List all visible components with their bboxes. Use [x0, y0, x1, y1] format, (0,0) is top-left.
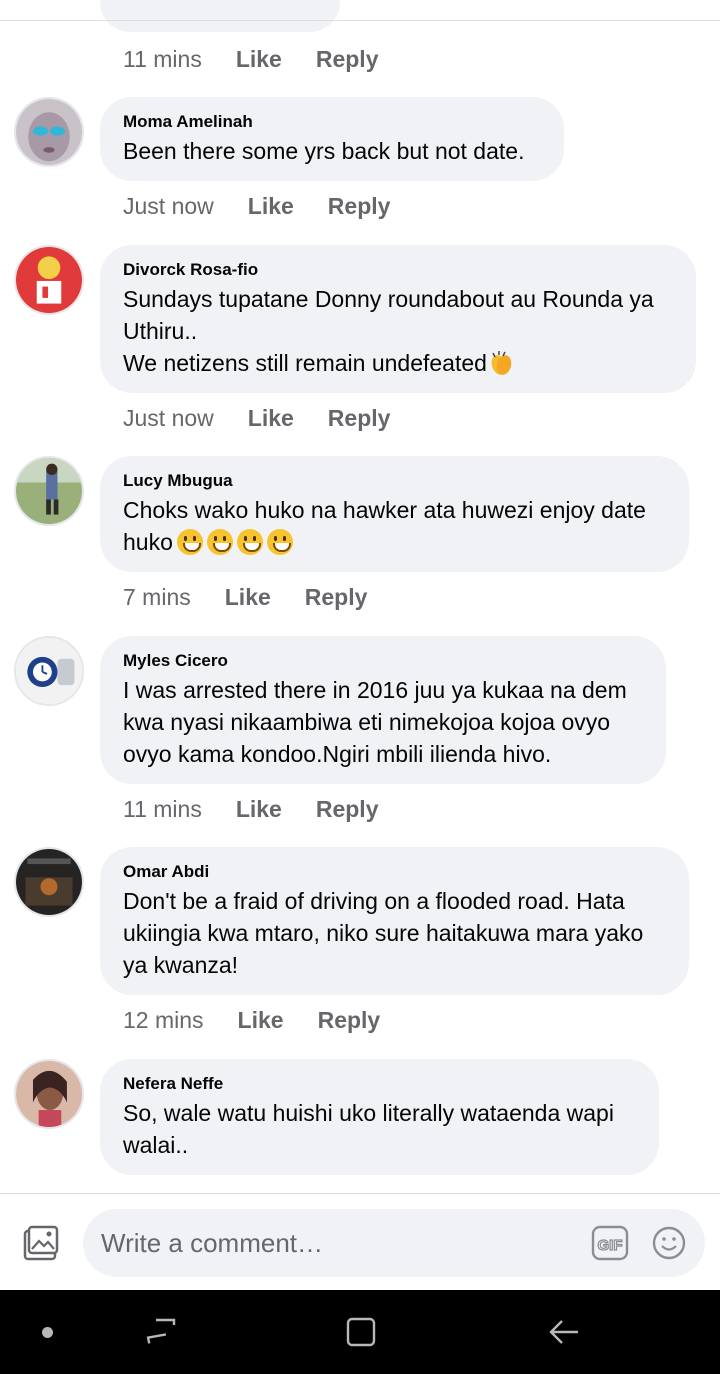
grinning-face-emoji	[236, 529, 263, 555]
comment-text: So, wale watu huishi uko literally watae…	[123, 1100, 614, 1158]
avatar-field-icon[interactable]	[14, 456, 84, 526]
system-nav-bar	[0, 1290, 720, 1374]
dot-icon	[42, 1327, 53, 1338]
comment-composer: GIF	[0, 1193, 720, 1290]
reply-button[interactable]: Reply	[328, 193, 391, 220]
comment-meta: Just now Like Reply	[123, 405, 390, 432]
grinning-face-emoji	[206, 529, 233, 555]
comment-time: 11 mins	[123, 796, 202, 822]
comment-text: Sundays tupatane Donny roundabout au Rou…	[123, 283, 674, 379]
comment-bubble: Moma Amelinah Been there some yrs back b…	[100, 97, 564, 181]
comment-text: Choks wako huko na hawker ata huwezi enj…	[123, 494, 667, 558]
like-button[interactable]: Like	[225, 584, 271, 611]
like-button[interactable]: Like	[248, 405, 294, 432]
reply-button[interactable]: Reply	[318, 1007, 381, 1034]
divider	[0, 20, 720, 21]
comment-bubble: Nefera Neffe So, wale watu huishi uko li…	[100, 1059, 659, 1175]
clapping-hands-emoji	[491, 351, 512, 375]
photo-icon[interactable]	[22, 1225, 60, 1263]
comment-input[interactable]	[101, 1223, 571, 1263]
reply-button[interactable]: Reply	[305, 584, 368, 611]
like-button[interactable]: Like	[248, 193, 294, 220]
comment-time: 7 mins	[123, 584, 191, 610]
comment-author[interactable]: Myles Cicero	[123, 650, 644, 672]
like-button[interactable]: Like	[236, 796, 282, 823]
comment-author[interactable]: Lucy Mbugua	[123, 470, 667, 492]
comment-text: I was arrested there in 2016 juu ya kuka…	[123, 677, 627, 767]
home-icon[interactable]	[345, 1316, 377, 1348]
comment-bubble: Divorck Rosa-fio Sundays tupatane Donny …	[100, 245, 696, 393]
recent-apps-icon[interactable]	[146, 1316, 176, 1346]
comment-meta: 12 mins Like Reply	[123, 1007, 380, 1034]
back-icon[interactable]	[548, 1316, 580, 1348]
gif-label: GIF	[598, 1237, 623, 1254]
reply-button[interactable]: Reply	[316, 796, 379, 823]
grinning-face-emoji	[176, 529, 203, 555]
comment-bubble: Omar Abdi Don't be a fraid of driving on…	[100, 847, 689, 995]
avatar-face-icon[interactable]	[14, 97, 84, 167]
smile-icon[interactable]	[652, 1226, 686, 1260]
comment-author[interactable]: Moma Amelinah	[123, 111, 542, 133]
comment-time: 11 mins	[123, 46, 202, 72]
comment-time: Just now	[123, 193, 214, 219]
comment-text: Don't be a fraid of driving on a flooded…	[123, 888, 644, 978]
grinning-face-emoji	[266, 529, 293, 555]
like-button[interactable]: Like	[236, 46, 282, 73]
comment-text: Been there some yrs back but not date.	[123, 138, 525, 164]
like-button[interactable]: Like	[238, 1007, 284, 1034]
comment-meta: Just now Like Reply	[123, 193, 390, 220]
avatar-portrait-icon[interactable]	[14, 1059, 84, 1129]
comment-bubble: Lucy Mbugua Choks wako huko na hawker at…	[100, 456, 689, 572]
previous-comment-meta: 11 mins Like Reply	[123, 46, 379, 73]
comment-input-container: GIF	[83, 1209, 705, 1277]
avatar-cartoon-icon[interactable]	[14, 245, 84, 315]
comment-author[interactable]: Omar Abdi	[123, 861, 667, 883]
comment-meta: 11 mins Like Reply	[123, 796, 379, 823]
comment-time: Just now	[123, 405, 214, 431]
comment-meta: 7 mins Like Reply	[123, 584, 367, 611]
comment-text-body: Sundays tupatane Donny roundabout au Rou…	[123, 286, 654, 376]
comment-author[interactable]: Divorck Rosa-fio	[123, 259, 674, 281]
gif-icon[interactable]: GIF	[591, 1225, 629, 1261]
avatar-dark-icon[interactable]	[14, 847, 84, 917]
reply-button[interactable]: Reply	[328, 405, 391, 432]
comment-time: 12 mins	[123, 1007, 204, 1033]
avatar-watch-icon[interactable]	[14, 636, 84, 706]
previous-comment-bubble	[100, 0, 340, 32]
comment-bubble: Myles Cicero I was arrested there in 201…	[100, 636, 666, 784]
reply-button[interactable]: Reply	[316, 46, 379, 73]
comment-author[interactable]: Nefera Neffe	[123, 1073, 637, 1095]
